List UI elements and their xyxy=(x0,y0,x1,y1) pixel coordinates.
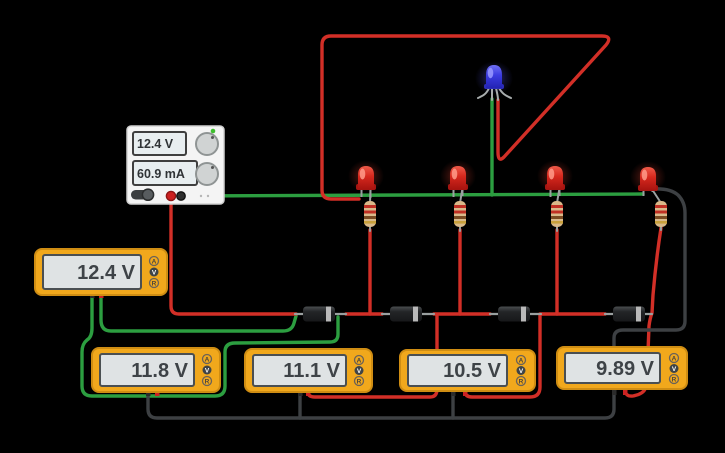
svg-text:R: R xyxy=(152,280,157,287)
current-knob-icon[interactable] xyxy=(196,163,218,185)
wire-meter5-red-probe[interactable] xyxy=(625,389,645,396)
svg-text:V: V xyxy=(152,269,157,276)
negative-terminal[interactable] xyxy=(177,192,185,200)
red-led-3[interactable] xyxy=(537,160,573,197)
wire-resistor4-node[interactable] xyxy=(648,228,661,352)
red-led-4[interactable] xyxy=(630,161,666,196)
svg-text:R: R xyxy=(672,376,677,383)
red-led-1[interactable] xyxy=(348,160,384,198)
red-leds xyxy=(348,160,666,198)
power-supply[interactable]: 12.4 V 60.9 mA xyxy=(127,126,224,204)
svg-text:A: A xyxy=(152,258,157,265)
multimeter-2-reading: 11.8 V xyxy=(131,360,188,382)
multimeter-4-reading: 10.5 V xyxy=(443,360,501,382)
supply-voltage-value: 12.4 V xyxy=(137,137,174,151)
diode-1[interactable] xyxy=(303,307,335,322)
resistor-4[interactable] xyxy=(655,201,667,227)
multimeter-1[interactable]: 12.4 V A V R xyxy=(35,249,167,298)
svg-text:R: R xyxy=(205,378,210,385)
multimeter-5-reading: 9.89 V xyxy=(596,358,654,380)
svg-text:R: R xyxy=(357,378,362,385)
multimeter-5[interactable]: 9.89 V A V R xyxy=(557,347,687,395)
svg-text:V: V xyxy=(672,366,677,373)
svg-text:A: A xyxy=(672,355,677,362)
svg-text:A: A xyxy=(519,357,524,364)
multimeter-2[interactable]: 11.8 V A V R xyxy=(92,348,220,396)
svg-text:V: V xyxy=(357,368,362,375)
power-indicator-led xyxy=(211,129,216,134)
circuit-canvas: 12.4 V 60.9 mA 12.4 V A V xyxy=(0,0,725,453)
multimeter-3[interactable]: 11.1 V A V R xyxy=(245,349,372,396)
resistor-2[interactable] xyxy=(454,201,466,227)
wire-ground-rail[interactable] xyxy=(182,194,643,196)
svg-text:R: R xyxy=(519,378,524,385)
diode-2[interactable] xyxy=(390,307,422,322)
red-led-2[interactable] xyxy=(440,160,476,197)
svg-text:A: A xyxy=(357,357,362,364)
svg-text:A: A xyxy=(205,356,210,363)
blue-led[interactable] xyxy=(475,61,513,100)
positive-terminal[interactable] xyxy=(166,191,175,200)
supply-current-value: 60.9 mA xyxy=(137,167,185,181)
svg-text:V: V xyxy=(519,368,524,375)
multimeter-3-reading: 11.1 V xyxy=(283,360,340,382)
diode-3[interactable] xyxy=(498,307,530,322)
wire-supply-positive[interactable] xyxy=(171,201,296,314)
resistor-1[interactable] xyxy=(364,201,376,227)
diode-4[interactable] xyxy=(613,307,645,322)
multimeter-1-reading: 12.4 V xyxy=(77,262,135,284)
resistor-3[interactable] xyxy=(551,201,563,227)
svg-text:V: V xyxy=(205,367,210,374)
voltage-knob-icon[interactable] xyxy=(196,133,218,155)
multimeter-4[interactable]: 10.5 V A V R xyxy=(400,350,535,396)
power-toggle[interactable] xyxy=(131,189,154,200)
